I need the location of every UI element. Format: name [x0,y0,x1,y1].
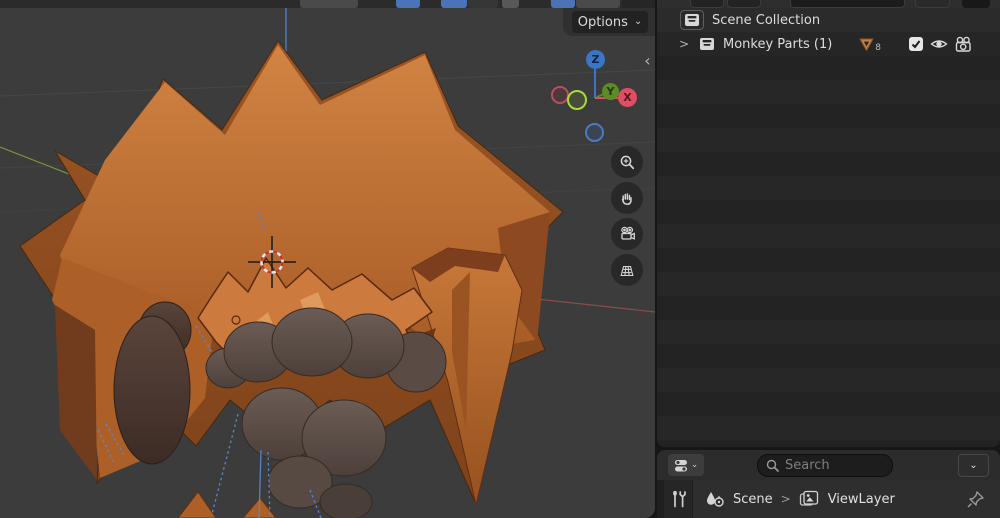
editor-type-dropdown[interactable]: ⌄ [668,454,704,476]
outliner-row-monkey-parts[interactable]: > Monkey Parts (1) 8 [657,32,1000,56]
gizmo-x-axis[interactable]: X [618,88,637,107]
toolbar-button-partial[interactable] [468,0,498,8]
chevron-down-icon: ⌄ [969,460,978,471]
collection-icon-active-outline [680,10,704,30]
tab-tool[interactable] [664,480,693,518]
zoom-button[interactable] [611,146,643,178]
gizmo-minus-z-axis[interactable] [585,123,604,142]
header-widget-partial[interactable] [727,0,761,8]
breadcrumb: Scene > ViewLayer [705,480,895,518]
options-label: Options [577,14,628,30]
expand-chevron-icon[interactable]: > [677,37,691,51]
tool-wrench-icon [672,491,686,508]
search-icon [766,459,779,472]
header-corner [622,0,655,8]
search-field-partial[interactable] [790,0,905,8]
mesh-data-icon [859,38,875,52]
viewport-header-cutoff [0,0,655,8]
outliner-panel: Scene Collection > Monkey Parts (1) 8 [657,0,1000,447]
viewlayer-icon [799,490,818,506]
blender-window: Options ⌄ ‹ Z Y X Scene Collection > Mon… [0,0,1000,518]
outliner-header-cutoff [657,0,1000,8]
scene-collection-label: Scene Collection [712,12,821,28]
collection-icon [700,38,714,50]
search-input[interactable] [785,458,875,473]
collection-icon [685,14,699,26]
pan-button[interactable] [611,182,643,214]
options-dropdown-button[interactable]: Options ⌄ [572,11,648,33]
orthographic-toggle-button[interactable] [611,254,643,286]
properties-editor-body: Scene > ViewLayer [657,480,1000,518]
camera-view-button[interactable] [611,218,643,250]
toolbar-button-partial[interactable] [502,0,519,8]
zoom-icon [620,155,634,169]
breadcrumb-separator-icon: > [780,492,791,506]
outliner-row-scene-collection[interactable]: Scene Collection [657,8,1000,32]
header-widget-partial[interactable] [915,0,950,8]
hand-icon [621,192,632,205]
3d-model-monkey [19,40,564,518]
toolbar-button-partial[interactable] [551,0,575,8]
search-field[interactable] [757,454,893,477]
movie-camera-icon [620,226,635,240]
navigation-gizmo: Z Y X [548,40,648,150]
pin-icon [967,491,984,508]
toolbar-button-partial[interactable] [300,0,358,8]
header-widget-partial[interactable] [690,0,724,8]
3d-viewport[interactable]: Options ⌄ ‹ Z Y X [0,0,655,518]
outliner-empty-rows[interactable] [657,56,1000,447]
scene-icon [707,492,724,507]
monkey-parts-label: Monkey Parts (1) [723,36,833,52]
mesh-count-badge: 8 [875,43,882,53]
properties-editor-header: ⌄ ⌄ [657,450,1000,480]
toolbar-button-partial[interactable] [576,0,620,8]
hide-eye-icon[interactable] [930,37,948,51]
chevron-down-icon: ⌄ [690,460,699,470]
gizmo-minus-y-axis[interactable] [567,90,587,110]
disable-render-camera-icon[interactable] [954,36,972,52]
grid-perspective-icon [620,265,634,277]
gizmo-z-axis[interactable]: Z [586,50,605,69]
breadcrumb-scene[interactable]: Scene [733,492,773,507]
properties-tab-column [657,480,664,518]
breadcrumb-viewlayer[interactable]: ViewLayer [828,492,895,507]
pin-button[interactable] [963,488,987,512]
filter-button-partial[interactable] [962,0,990,8]
toolbar-button-partial[interactable] [441,0,467,8]
properties-editor-icon [674,459,687,471]
check-icon [911,40,921,49]
chevron-down-icon: ⌄ [633,16,643,27]
toolbar-button-partial[interactable] [396,0,420,8]
header-dropdown-button[interactable]: ⌄ [958,454,989,477]
exclude-checkbox[interactable] [909,37,924,51]
gizmo-y-axis[interactable]: Y [602,83,619,100]
